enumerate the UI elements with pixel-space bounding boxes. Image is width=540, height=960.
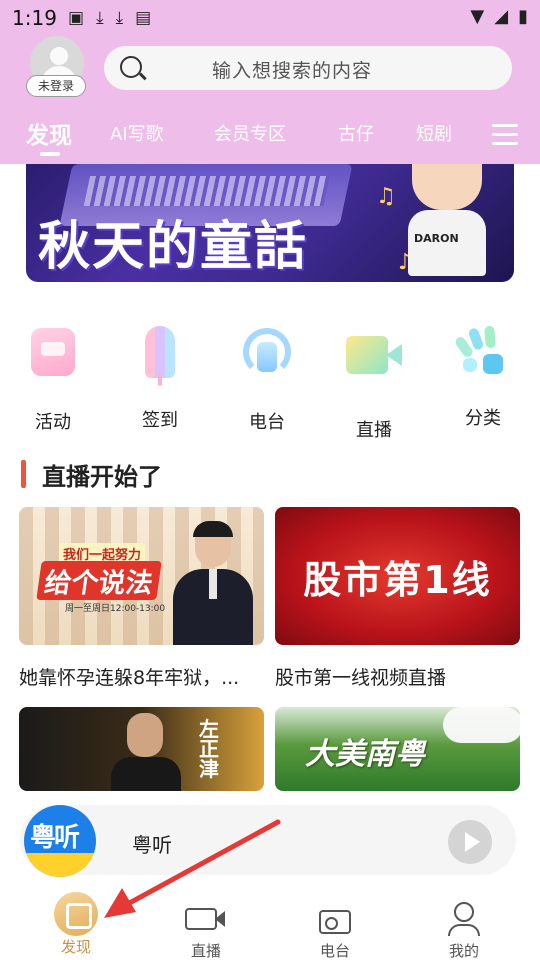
nav-mine[interactable]: 我的	[414, 880, 514, 960]
quick-entry-category[interactable]: 分类	[443, 318, 523, 430]
host-figure	[111, 713, 181, 791]
a-icon: ▤	[135, 8, 152, 28]
host-figure	[173, 521, 253, 645]
promo-banner[interactable]: ♫ ♪ 秋天的童話 DARON	[26, 164, 514, 282]
radio-icon	[243, 328, 291, 376]
thumb-text: 左正津	[199, 717, 219, 781]
live-card-thumbnail: 我们一起努力 给个说法 周一至周日12:00-13:00	[19, 507, 264, 645]
quick-entry-row: 活动 签到 电台 直播 分类	[0, 318, 540, 441]
quick-entry-label: 分类	[465, 408, 501, 429]
nav-label: 我的	[448, 942, 479, 960]
quick-entry-label: 直播	[356, 420, 392, 441]
nav-live[interactable]: 直播	[156, 880, 256, 960]
status-time: 1:19	[12, 6, 57, 30]
section-accent-bar	[21, 460, 26, 488]
thumb-slogan-main: 给个说法	[36, 561, 162, 600]
discover-icon	[54, 892, 98, 936]
nav-label: 直播	[190, 942, 221, 960]
tab-active-indicator	[40, 152, 60, 156]
radio-icon	[313, 896, 357, 940]
search-icon	[120, 56, 142, 78]
cartoon-character: DARON	[408, 164, 488, 282]
live-card[interactable]: 左正津	[19, 707, 264, 791]
download-icon: ⤓	[115, 8, 124, 28]
tab-member-zone[interactable]: 会员专区	[214, 120, 286, 146]
live-card-thumbnail: 大美南粤	[275, 707, 520, 791]
live-card[interactable]: 股市第1线 股市第一线视频直播	[275, 507, 520, 690]
app-logo: 粤听	[24, 805, 96, 877]
section-title: 直播开始了	[42, 463, 162, 491]
avatar-head-icon	[50, 47, 68, 65]
download-icon: ⤓	[96, 8, 104, 28]
live-card-title: 她靠怀孕连躲8年牢狱，...	[19, 667, 240, 689]
quick-entry-radio[interactable]: 电台	[227, 318, 307, 434]
user-icon	[442, 896, 486, 940]
thumb-schedule: 周一至周日12:00-13:00	[65, 604, 166, 614]
mini-player[interactable]: 粤听 粤听	[20, 805, 516, 877]
notification-icons: ▣ ⤓ ⤓ ▤	[68, 8, 151, 28]
tab-short-drama[interactable]: 短剧	[416, 120, 452, 146]
thumb-text: 大美南粤	[305, 737, 425, 772]
shirt-text: DARON	[414, 232, 459, 245]
menu-icon[interactable]	[492, 124, 518, 146]
top-header: 未登录 输入想搜索的内容 发现 AI写歌 会员专区 古仔 短剧	[0, 34, 540, 164]
cloud-graphic	[443, 707, 520, 743]
quick-entry-live[interactable]: 直播	[334, 318, 414, 442]
category-tabs: 发现 AI写歌 会员专区 古仔 短剧	[0, 116, 540, 156]
live-card[interactable]: 大美南粤	[275, 707, 520, 791]
quick-entry-label: 签到	[142, 410, 178, 431]
live-card[interactable]: 我们一起努力 给个说法 周一至周日12:00-13:00 她靠怀孕连躲8年牢狱，…	[19, 507, 264, 690]
category-icon	[453, 324, 511, 380]
nav-label: 发现	[60, 938, 91, 956]
signal-icon: ◢	[494, 6, 509, 27]
nav-label: 电台	[319, 942, 350, 960]
quick-entry-checkin[interactable]: 签到	[120, 318, 200, 432]
tab-ai-songwriting[interactable]: AI写歌	[110, 120, 164, 146]
status-bar: 1:19 ▣ ⤓ ⤓ ▤ ▼ ◢ ▮	[0, 0, 540, 36]
nav-discover[interactable]: 发现	[26, 880, 126, 957]
quick-entry-label: 电台	[249, 412, 285, 433]
play-button[interactable]	[448, 820, 492, 864]
battery-icon: ▮	[518, 6, 528, 27]
wifi-icon: ▼	[470, 6, 485, 27]
live-card-title: 股市第一线视频直播	[275, 667, 447, 689]
music-note-icon: ♫	[376, 184, 396, 209]
live-icon	[346, 336, 402, 374]
banner-title: 秋天的童話	[38, 216, 309, 277]
nav-radio[interactable]: 电台	[285, 880, 385, 960]
image-icon: ▣	[68, 8, 85, 28]
search-placeholder: 输入想搜索的内容	[212, 60, 373, 82]
app-logo-text: 粤听	[30, 823, 80, 853]
video-icon	[185, 896, 227, 940]
quick-entry-label: 活动	[35, 412, 71, 433]
activity-icon	[31, 328, 75, 376]
checkin-icon	[145, 326, 175, 386]
login-status-badge[interactable]: 未登录	[26, 75, 86, 97]
live-card-thumbnail: 左正津	[19, 707, 264, 791]
thumb-text: 股市第1线	[303, 558, 492, 602]
player-title: 粤听	[132, 833, 172, 857]
system-icons: ▼ ◢ ▮	[470, 6, 528, 27]
bottom-navigation: 发现 直播 电台 我的	[0, 880, 540, 960]
tab-stories[interactable]: 古仔	[338, 120, 374, 146]
quick-entry-activity[interactable]: 活动	[13, 318, 93, 434]
live-card-thumbnail: 股市第1线	[275, 507, 520, 645]
tab-discover[interactable]: 发现	[26, 116, 72, 150]
search-input[interactable]: 输入想搜索的内容	[104, 46, 512, 90]
